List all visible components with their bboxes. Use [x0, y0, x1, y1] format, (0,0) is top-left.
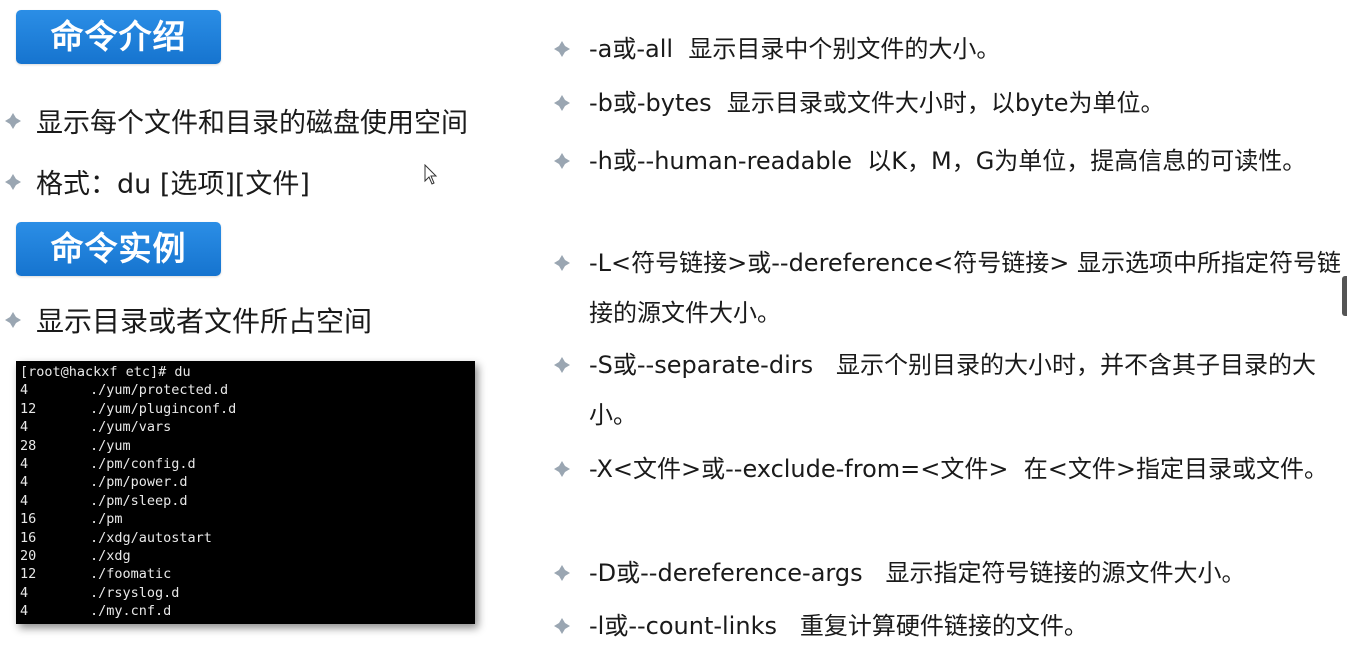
option-item: -a或-all 显示目录中个别文件的大小。: [553, 24, 1343, 74]
diamond-bullet-icon: [4, 311, 22, 329]
diamond-bullet-icon: [553, 356, 571, 374]
terminal-row-size: 4: [20, 584, 29, 601]
terminal-prompt: [root@hackxf etc]# du: [20, 364, 191, 380]
slide: 命令介绍 显示每个文件和目录的磁盘使用空间 格式：du [选项][文件] 命令实…: [0, 0, 1347, 653]
terminal-row: 20 ./xdg: [20, 547, 475, 565]
mouse-pointer-icon: [424, 163, 438, 186]
command-example-badge: 命令实例: [16, 222, 221, 276]
terminal-row: 4 ./yum/vars: [20, 418, 475, 436]
terminal-row-size: 12: [20, 400, 37, 417]
terminal-row: 16 ./pm: [20, 510, 475, 528]
option-item: -X<文件>或--exclude-from=<文件> 在<文件>指定目录或文件。: [553, 444, 1343, 494]
terminal-row-path: ./yum: [90, 437, 131, 454]
terminal-row-path: ./yum/pluginconf.d: [90, 400, 237, 417]
diamond-bullet-icon: [4, 112, 22, 130]
terminal-row-path: ./my.cnf.d: [90, 603, 172, 620]
terminal-row-path: ./yum/protected.d: [90, 382, 229, 399]
intro-bullet-description: 显示每个文件和目录的磁盘使用空间: [4, 101, 468, 140]
terminal-row-size: 16: [20, 511, 37, 528]
terminal-row-size: 16: [20, 529, 37, 546]
terminal-row: 4 ./pm/sleep.d: [20, 492, 475, 510]
scroll-handle[interactable]: [1342, 276, 1347, 316]
terminal-row: 4 ./my.cnf.d: [20, 602, 475, 620]
diamond-bullet-icon: [4, 173, 22, 191]
option-text: -X<文件>或--exclude-from=<文件> 在<文件>指定目录或文件。: [589, 455, 1328, 483]
terminal-screenshot: [root@hackxf etc]# du 4 ./yum/protected.d…: [16, 361, 475, 624]
diamond-bullet-icon: [553, 564, 571, 582]
terminal-row-path: ./foomatic: [90, 566, 172, 583]
terminal-output: 4 ./yum/protected.d 12 ./yum/pluginconf.d 4.…: [20, 381, 475, 620]
option-item: -b或-bytes 显示目录或文件大小时，以byte为单位。: [553, 78, 1343, 128]
diamond-bullet-icon: [553, 254, 571, 272]
terminal-row-path: ./rsyslog.d: [90, 584, 180, 601]
intro-bullet-text: 格式：du [选项][文件]: [36, 169, 310, 200]
terminal-row: 16 ./xdg/autostart: [20, 529, 475, 547]
terminal-row: 4 ./rsyslog.d: [20, 584, 475, 602]
terminal-row-path: ./pm: [90, 511, 123, 528]
option-text: -S或--separate-dirs 显示个别目录的大小时，并不含其子目录的大小…: [589, 351, 1316, 429]
option-item: -h或--human-readable 以K，M，G为单位，提高信息的可读性。: [553, 136, 1343, 186]
option-text: -h或--human-readable 以K，M，G为单位，提高信息的可读性。: [589, 147, 1307, 175]
terminal-row-size: 4: [20, 419, 29, 436]
option-text: -b或-bytes 显示目录或文件大小时，以byte为单位。: [589, 89, 1165, 117]
terminal-row-path: ./pm/sleep.d: [90, 492, 188, 509]
terminal-row-size: 4: [20, 474, 29, 491]
option-item: -L<符号链接>或--dereference<符号链接> 显示选项中所指定符号链…: [553, 238, 1343, 338]
terminal-row-size: 4: [20, 382, 29, 399]
diamond-bullet-icon: [553, 40, 571, 58]
option-text: -a或-all 显示目录中个别文件的大小。: [589, 35, 1001, 63]
option-item: -D或--dereference-args 显示指定符号链接的源文件大小。: [553, 548, 1343, 598]
intro-bullet-text: 显示每个文件和目录的磁盘使用空间: [36, 108, 468, 139]
terminal-row-size: 4: [20, 603, 29, 620]
terminal-row-path: ./xdg: [90, 548, 131, 565]
option-text: -L<符号链接>或--dereference<符号链接> 显示选项中所指定符号链…: [589, 249, 1342, 327]
terminal-row-size: 12: [20, 566, 37, 583]
terminal-row-size: 28: [20, 437, 37, 454]
terminal-row-path: ./pm/power.d: [90, 474, 188, 491]
terminal-row-path: ./pm/config.d: [90, 456, 196, 473]
terminal-row: 28 ./yum: [20, 437, 475, 455]
terminal-row-path: ./xdg/autostart: [90, 529, 212, 546]
command-intro-badge: 命令介绍: [16, 10, 221, 64]
intro-bullet-format: 格式：du [选项][文件]: [4, 162, 310, 201]
option-item: -l或--count-links 重复计算硬件链接的文件。: [553, 601, 1343, 651]
example-bullet: 显示目录或者文件所占空间: [4, 300, 372, 340]
terminal-row-size: 4: [20, 492, 29, 509]
diamond-bullet-icon: [553, 152, 571, 170]
terminal-row: 4 ./pm/config.d: [20, 455, 475, 473]
diamond-bullet-icon: [553, 617, 571, 635]
option-text: -l或--count-links 重复计算硬件链接的文件。: [589, 612, 1088, 640]
terminal-row-path: ./yum/vars: [90, 419, 172, 436]
terminal-row: 12 ./yum/pluginconf.d: [20, 400, 475, 418]
diamond-bullet-icon: [553, 460, 571, 478]
example-bullet-text: 显示目录或者文件所占空间: [36, 305, 373, 338]
option-item: -S或--separate-dirs 显示个别目录的大小时，并不含其子目录的大小…: [553, 340, 1343, 440]
terminal-row: 12 ./foomatic: [20, 565, 475, 583]
diamond-bullet-icon: [553, 94, 571, 112]
terminal-row: 4 ./yum/protected.d: [20, 381, 475, 399]
terminal-row-size: 4: [20, 456, 29, 473]
terminal-row: 4 ./pm/power.d: [20, 473, 475, 491]
terminal-row-size: 20: [20, 548, 37, 565]
option-text: -D或--dereference-args 显示指定符号链接的源文件大小。: [589, 559, 1246, 587]
